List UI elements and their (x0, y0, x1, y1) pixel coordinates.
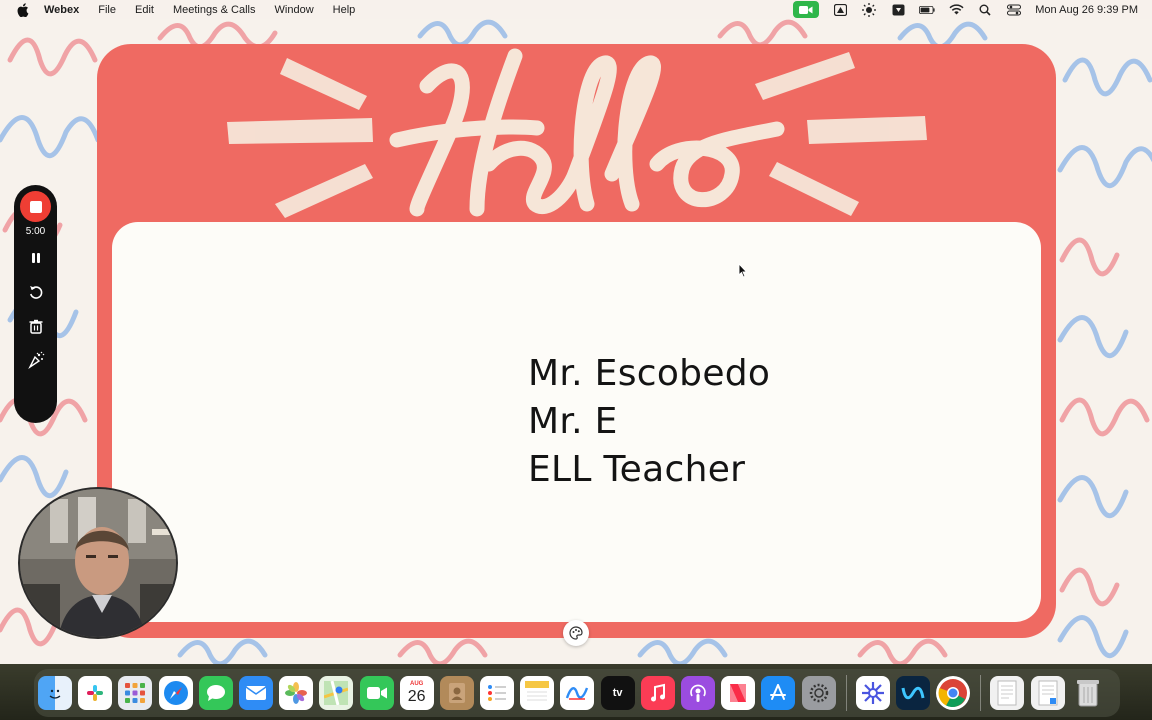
safari-icon[interactable] (158, 676, 193, 710)
trash-bin-icon[interactable] (1071, 676, 1105, 710)
menu-meetings-calls[interactable]: Meetings & Calls (173, 4, 256, 16)
mail-icon[interactable] (238, 676, 273, 710)
finder-icon[interactable] (38, 676, 72, 710)
dropbox-icon[interactable] (890, 3, 906, 17)
news-icon[interactable] (721, 676, 756, 710)
dock-separator (845, 675, 847, 711)
stop-record-button[interactable] (20, 191, 51, 222)
nickname-line: Mr. E (528, 401, 618, 442)
trash-icon (29, 319, 42, 334)
menu-file[interactable]: File (98, 4, 116, 16)
delete-recording-button[interactable] (23, 313, 49, 339)
chrome-icon[interactable] (936, 676, 971, 710)
google-drive-icon[interactable] (832, 3, 848, 17)
apple-tv-icon[interactable]: tv (600, 676, 635, 710)
brightness-icon[interactable] (861, 2, 877, 17)
menu-help[interactable]: Help (333, 4, 356, 16)
launchpad-icon[interactable] (118, 676, 153, 710)
notes-icon[interactable] (520, 676, 555, 710)
maps-icon[interactable] (319, 676, 354, 710)
theme-palette-button[interactable] (563, 620, 589, 646)
system-settings-icon[interactable] (801, 676, 836, 710)
calendar-day: 26 (407, 687, 426, 705)
presenter-video-image (20, 489, 176, 637)
menubar-clock[interactable]: Mon Aug 26 9:39 PM (1035, 4, 1138, 16)
reminders-icon[interactable] (480, 676, 515, 710)
podcasts-icon[interactable] (681, 676, 715, 710)
document-2-icon[interactable] (1030, 676, 1065, 710)
hello-name-tag: Mr. Escobedo Mr. E ELL Teacher (97, 44, 1056, 638)
app-store-icon[interactable] (761, 676, 796, 710)
calendar-icon[interactable]: AUG 26 (399, 676, 434, 710)
restart-button[interactable] (23, 279, 49, 305)
document-1-icon[interactable] (990, 676, 1025, 710)
slack-icon[interactable] (78, 676, 113, 710)
pause-icon (31, 253, 40, 263)
full-name-line: Mr. Escobedo (528, 353, 771, 394)
music-icon[interactable] (640, 676, 675, 710)
record-timer: 5:00 (25, 226, 46, 237)
effects-button[interactable] (23, 347, 49, 373)
webex-icon[interactable] (895, 676, 930, 710)
menu-bar: Webex File Edit Meetings & Calls Window … (0, 0, 1152, 19)
webcam-preview[interactable] (18, 487, 178, 639)
wifi-icon[interactable] (948, 3, 964, 17)
palette-icon (569, 626, 583, 640)
menu-edit[interactable]: Edit (135, 4, 154, 16)
hello-lettering-art (227, 48, 927, 218)
control-center-icon[interactable] (1006, 3, 1022, 17)
name-panel: Mr. Escobedo Mr. E ELL Teacher (112, 222, 1041, 622)
contacts-icon[interactable] (439, 676, 474, 710)
mouse-cursor-icon (738, 263, 748, 278)
restart-icon (29, 286, 42, 299)
app-menu-webex[interactable]: Webex (44, 4, 79, 16)
facetime-icon[interactable] (359, 676, 394, 710)
recording-controls: 5:00 (14, 185, 57, 423)
apple-menu-icon[interactable] (16, 2, 30, 17)
search-icon[interactable] (977, 3, 993, 17)
dock-separator-2 (980, 675, 982, 711)
pause-button[interactable] (23, 245, 49, 271)
menu-window[interactable]: Window (275, 4, 314, 16)
calendar-month: AUG (410, 680, 424, 687)
battery-icon[interactable] (919, 3, 935, 17)
name-text-block: Mr. Escobedo Mr. E ELL Teacher (528, 350, 770, 494)
stop-record-icon (29, 200, 42, 213)
photos-icon[interactable] (279, 676, 314, 710)
video-camera-icon[interactable] (793, 1, 820, 18)
messages-icon[interactable] (198, 676, 233, 710)
dock: AUG 26 tv (34, 669, 1120, 717)
perplexity-icon[interactable] (855, 676, 890, 710)
effects-icon (27, 351, 44, 369)
role-line: ELL Teacher (528, 449, 746, 490)
freeform-icon[interactable] (560, 676, 595, 710)
